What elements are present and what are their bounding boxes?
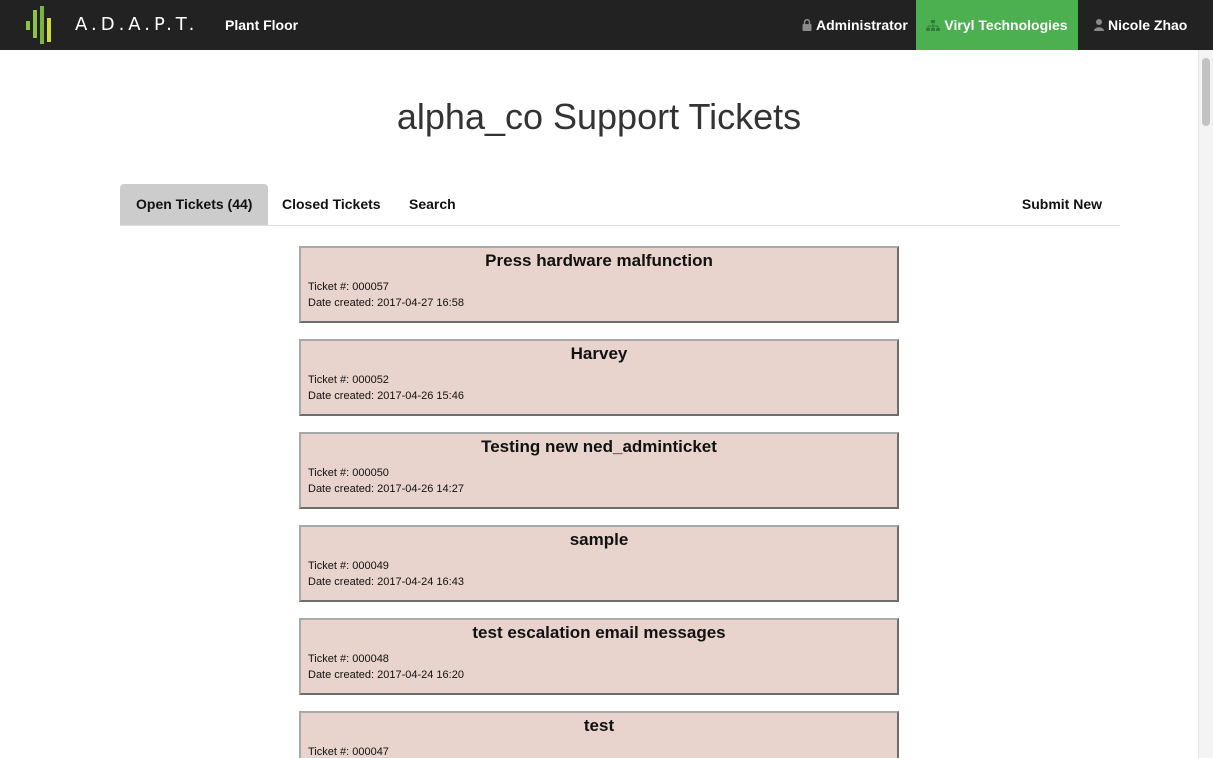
ticket-date: Date created: 2017-04-24 16:43 <box>308 576 464 588</box>
ticket-number: Ticket #: 000049 <box>308 560 389 572</box>
page-scrollbar[interactable] <box>1198 50 1213 758</box>
ticket-number: Ticket #: 000048 <box>308 653 389 665</box>
tab-search[interactable]: Search <box>393 184 472 225</box>
ticket-card[interactable]: sample Ticket #: 000049 Date created: 20… <box>299 525 899 602</box>
sitemap-icon <box>926 19 941 31</box>
ticket-title: test <box>583 716 615 735</box>
tab-closed-tickets[interactable]: Closed Tickets <box>266 184 397 225</box>
user-icon <box>1094 19 1104 31</box>
ticket-date: Date created: 2017-04-24 16:20 <box>308 669 464 681</box>
submit-new-button[interactable]: Submit New <box>1006 184 1118 225</box>
ticket-card[interactable]: Harvey Ticket #: 000052 Date created: 20… <box>299 339 899 416</box>
nav-company[interactable]: Viryl Technologies <box>916 0 1078 50</box>
ticket-number: Ticket #: 000050 <box>308 467 389 479</box>
nav-administrator-label: Administrator <box>816 17 908 33</box>
ticket-card[interactable]: Press hardware malfunction Ticket #: 000… <box>299 246 899 323</box>
ticket-tabs: Open Tickets (44) Closed Tickets Search … <box>120 184 1120 226</box>
ticket-date: Date created: 2017-04-26 15:46 <box>308 390 464 402</box>
ticket-number: Ticket #: 000047 <box>308 746 389 758</box>
nav-user-label: Nicole Zhao <box>1108 17 1188 33</box>
page: A.D.A.P.T. Plant Floor Administrator Vir… <box>0 0 1213 758</box>
nav-plant-floor[interactable]: Plant Floor <box>225 0 298 50</box>
ticket-number: Ticket #: 000057 <box>308 281 389 293</box>
ticket-number: Ticket #: 000052 <box>308 374 389 386</box>
ticket-card[interactable]: Testing new ned_adminticket Ticket #: 00… <box>299 432 899 509</box>
ticket-title: Harvey <box>570 344 628 363</box>
ticket-title: Testing new ned_adminticket <box>481 437 717 456</box>
ticket-title: test escalation email messages <box>472 623 726 642</box>
top-navbar: A.D.A.P.T. Plant Floor Administrator Vir… <box>0 0 1213 50</box>
ticket-title: Press hardware malfunction <box>485 251 713 270</box>
ticket-card[interactable]: test Ticket #: 000047 <box>299 711 899 758</box>
nav-user[interactable]: Nicole Zhao <box>1094 0 1187 50</box>
ticket-title: sample <box>569 530 629 549</box>
scrollbar-thumb[interactable] <box>1202 58 1210 126</box>
nav-company-label: Viryl Technologies <box>944 17 1068 33</box>
brand-name[interactable]: A.D.A.P.T. <box>75 14 198 35</box>
tab-open-tickets[interactable]: Open Tickets (44) <box>120 184 269 225</box>
nav-administrator[interactable]: Administrator <box>802 0 908 50</box>
ticket-card[interactable]: test escalation email messages Ticket #:… <box>299 618 899 695</box>
ticket-date: Date created: 2017-04-27 16:58 <box>308 297 464 309</box>
adapt-logo-icon[interactable] <box>26 6 52 44</box>
page-title: alpha_co Support Tickets <box>396 96 802 137</box>
lock-icon <box>802 19 812 31</box>
ticket-date: Date created: 2017-04-26 14:27 <box>308 483 464 495</box>
